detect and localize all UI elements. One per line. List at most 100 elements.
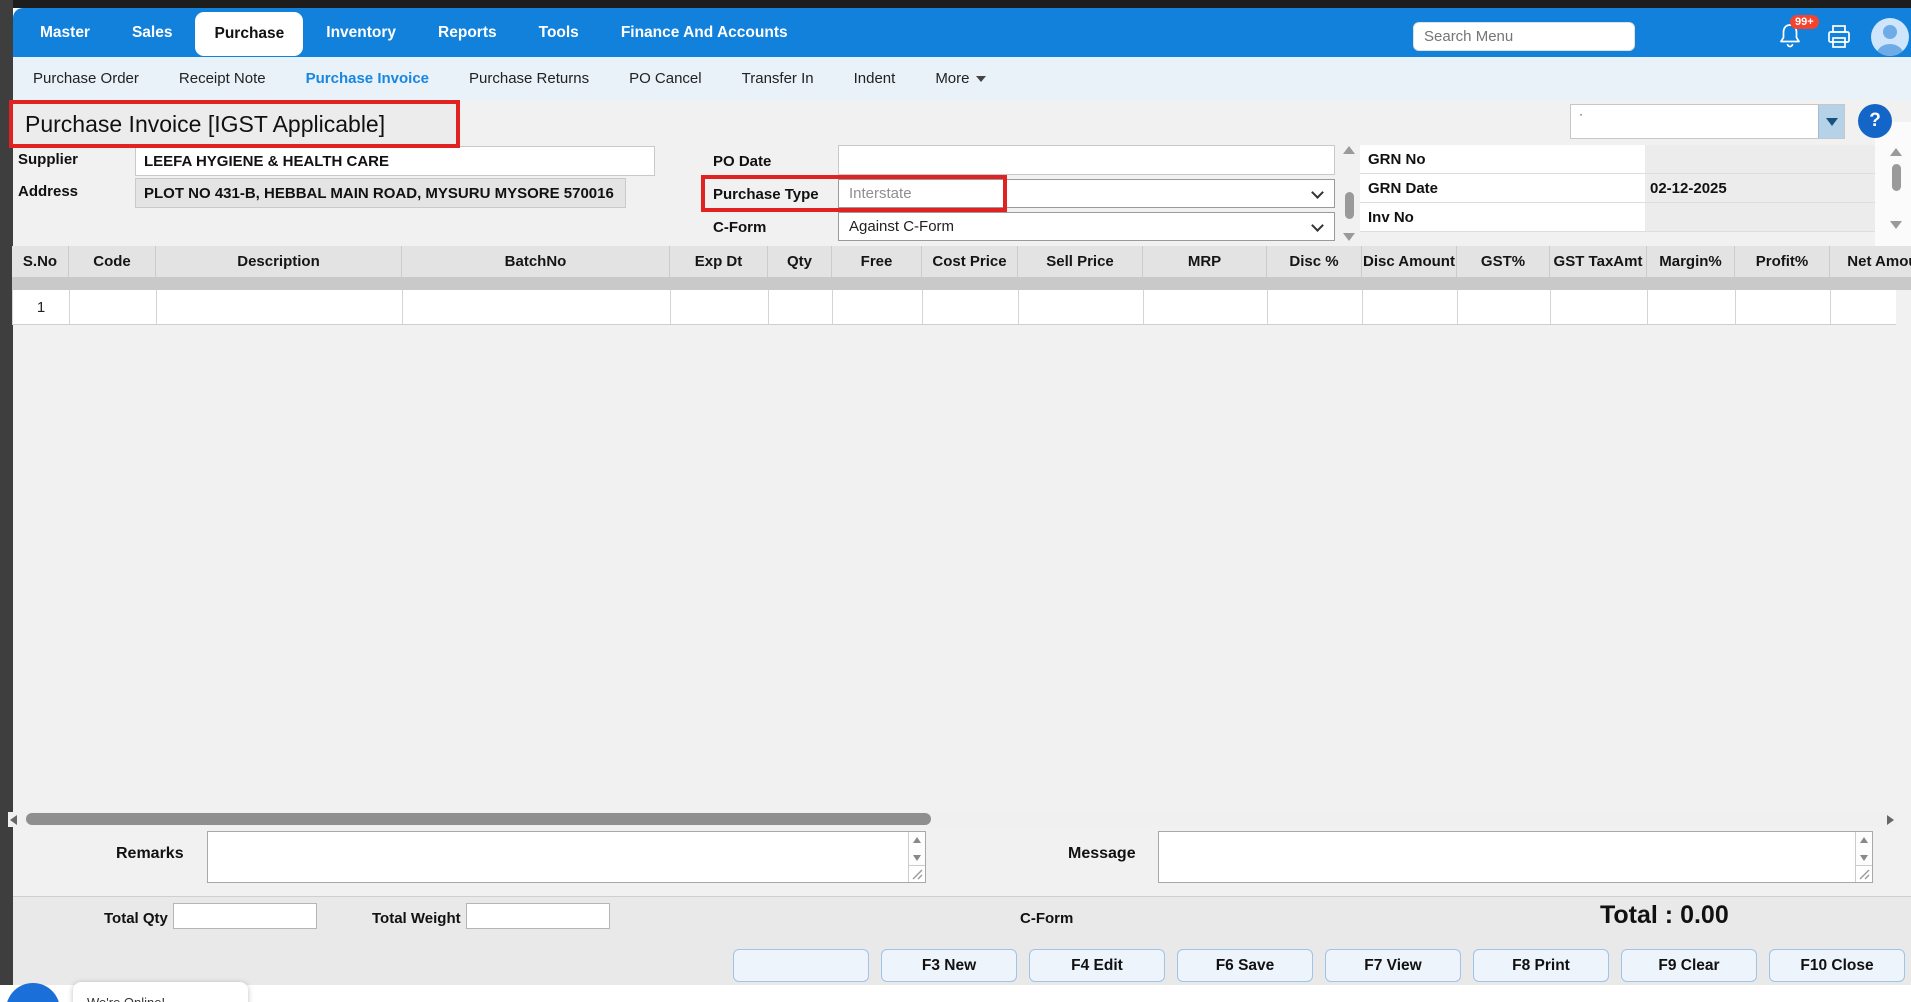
- grn-date-value[interactable]: 02-12-2025: [1645, 174, 1875, 202]
- nav-item-finance-and-accounts[interactable]: Finance And Accounts: [602, 8, 807, 57]
- cell-s-no[interactable]: 1: [13, 290, 70, 325]
- cform-select[interactable]: Against C-Form: [838, 212, 1335, 241]
- scroll-down-icon[interactable]: [1343, 233, 1355, 241]
- cell-net-amount[interactable]: [1831, 290, 1896, 325]
- nav-item-sales[interactable]: Sales: [113, 8, 192, 57]
- cell-sell-price[interactable]: [1019, 290, 1144, 325]
- grid-divider-strip: [12, 277, 1911, 290]
- column-header-margin[interactable]: Margin%: [1647, 246, 1735, 277]
- nav-item-reports[interactable]: Reports: [419, 8, 516, 57]
- button-blank[interactable]: [733, 949, 869, 982]
- column-header-qty[interactable]: Qty: [768, 246, 832, 277]
- scroll-down-icon[interactable]: [913, 855, 921, 861]
- cell-exp-dt[interactable]: [671, 290, 769, 325]
- scroll-left-icon[interactable]: [10, 815, 17, 825]
- cell-cost-price[interactable]: [923, 290, 1019, 325]
- column-header-profit[interactable]: Profit%: [1735, 246, 1830, 277]
- cell-disc-amount[interactable]: [1363, 290, 1458, 325]
- print-button[interactable]: [1825, 23, 1853, 51]
- purchase-invoice-window: Master Sales Purchase Inventory Reports Tools…: [0, 0, 1911, 1002]
- scroll-up-icon[interactable]: [1343, 146, 1355, 154]
- cell-gst-taxamt[interactable]: [1551, 290, 1648, 325]
- column-header-batchno[interactable]: BatchNo: [402, 246, 670, 277]
- bottom-strip: [13, 985, 1911, 1002]
- notifications-button[interactable]: 99+: [1776, 15, 1819, 53]
- top-navbar: Master Sales Purchase Inventory Reports Tools…: [13, 8, 1911, 57]
- button-f4-edit[interactable]: F4 Edit: [1029, 949, 1165, 982]
- column-header-free[interactable]: Free: [832, 246, 922, 277]
- help-button[interactable]: ?: [1858, 104, 1892, 138]
- grid-header-row: S.No Code Description BatchNo Exp Dt Qty Free C…: [12, 246, 1911, 277]
- subnav-item-purchase-order[interactable]: Purchase Order: [19, 70, 153, 87]
- column-header-disc-amount[interactable]: Disc Amount: [1362, 246, 1457, 277]
- po-date-field[interactable]: [838, 145, 1335, 175]
- cell-qty[interactable]: [769, 290, 833, 325]
- total-qty-field[interactable]: [173, 903, 317, 929]
- column-header-code[interactable]: Code: [69, 246, 156, 277]
- resize-handle-icon[interactable]: [908, 865, 925, 882]
- column-header-disc[interactable]: Disc %: [1267, 246, 1362, 277]
- button-f6-save[interactable]: F6 Save: [1177, 949, 1313, 982]
- combo-dropdown-button[interactable]: [1818, 105, 1844, 138]
- inv-no-value[interactable]: [1645, 203, 1875, 231]
- button-f8-print[interactable]: F8 Print: [1473, 949, 1609, 982]
- cell-description[interactable]: [157, 290, 403, 325]
- column-header-description[interactable]: Description: [156, 246, 402, 277]
- search-input[interactable]: [1413, 22, 1635, 51]
- scroll-up-icon[interactable]: [1890, 148, 1902, 156]
- column-header-gst[interactable]: GST%: [1457, 246, 1550, 277]
- cell-margin[interactable]: [1648, 290, 1736, 325]
- scroll-up-icon[interactable]: [1860, 837, 1868, 843]
- scrollbar-thumb[interactable]: [26, 813, 931, 825]
- subnav-item-po-cancel[interactable]: PO Cancel: [615, 70, 716, 87]
- subnav-item-transfer-in[interactable]: Transfer In: [728, 70, 828, 87]
- user-avatar[interactable]: [1871, 18, 1909, 56]
- purchase-type-select[interactable]: Interstate: [838, 179, 1335, 208]
- cell-disc[interactable]: [1268, 290, 1363, 325]
- subnav-item-purchase-returns[interactable]: Purchase Returns: [455, 70, 603, 87]
- subnav-item-indent[interactable]: Indent: [840, 70, 910, 87]
- subnav-item-receipt-note[interactable]: Receipt Note: [165, 70, 280, 87]
- scroll-right-icon[interactable]: [1887, 815, 1894, 825]
- button-f9-clear[interactable]: F9 Clear: [1621, 949, 1757, 982]
- address-field[interactable]: [135, 178, 626, 208]
- nav-item-master[interactable]: Master: [21, 8, 109, 57]
- column-header-exp-dt[interactable]: Exp Dt: [670, 246, 768, 277]
- nav-item-purchase[interactable]: Purchase: [195, 11, 304, 56]
- cell-mrp[interactable]: [1144, 290, 1268, 325]
- nav-item-tools[interactable]: Tools: [520, 8, 598, 57]
- column-header-s-no[interactable]: S.No: [12, 246, 69, 277]
- button-f7-view[interactable]: F7 View: [1325, 949, 1461, 982]
- cell-profit[interactable]: [1736, 290, 1831, 325]
- message-textarea[interactable]: [1159, 832, 1854, 882]
- grn-no-value[interactable]: [1645, 145, 1875, 173]
- remarks-textarea[interactable]: [208, 832, 907, 882]
- chat-status-card[interactable]: We're Online!: [73, 982, 248, 1002]
- nav-item-inventory[interactable]: Inventory: [307, 8, 415, 57]
- scrollbar-thumb[interactable]: [1344, 192, 1354, 219]
- column-header-mrp[interactable]: MRP: [1143, 246, 1267, 277]
- button-f3-new[interactable]: F3 New: [881, 949, 1017, 982]
- cell-code[interactable]: [70, 290, 157, 325]
- chat-status-text: We're Online!: [87, 995, 165, 1002]
- cell-gst[interactable]: [1458, 290, 1551, 325]
- textarea-scroll: [908, 832, 925, 865]
- cell-free[interactable]: [833, 290, 923, 325]
- column-header-cost-price[interactable]: Cost Price: [922, 246, 1018, 277]
- column-header-net-amount[interactable]: Net Amount: [1830, 246, 1911, 277]
- total-weight-field[interactable]: [466, 903, 610, 929]
- column-header-sell-price[interactable]: Sell Price: [1018, 246, 1143, 277]
- button-f10-close[interactable]: F10 Close: [1769, 949, 1905, 982]
- scrollbar-thumb[interactable]: [1891, 164, 1901, 191]
- scroll-down-icon[interactable]: [1890, 221, 1902, 229]
- supplier-field[interactable]: [135, 146, 655, 176]
- subnav-item-purchase-invoice[interactable]: Purchase Invoice: [292, 70, 443, 87]
- cell-batchno[interactable]: [403, 290, 671, 325]
- resize-handle-icon[interactable]: [1855, 865, 1872, 882]
- invoice-combo-box[interactable]: ·: [1570, 104, 1845, 139]
- column-header-gst-taxamt[interactable]: GST TaxAmt: [1550, 246, 1647, 277]
- subnav-item-more[interactable]: More: [921, 70, 999, 87]
- scroll-down-icon[interactable]: [1860, 855, 1868, 861]
- address-label: Address: [18, 183, 79, 200]
- scroll-up-icon[interactable]: [913, 837, 921, 843]
